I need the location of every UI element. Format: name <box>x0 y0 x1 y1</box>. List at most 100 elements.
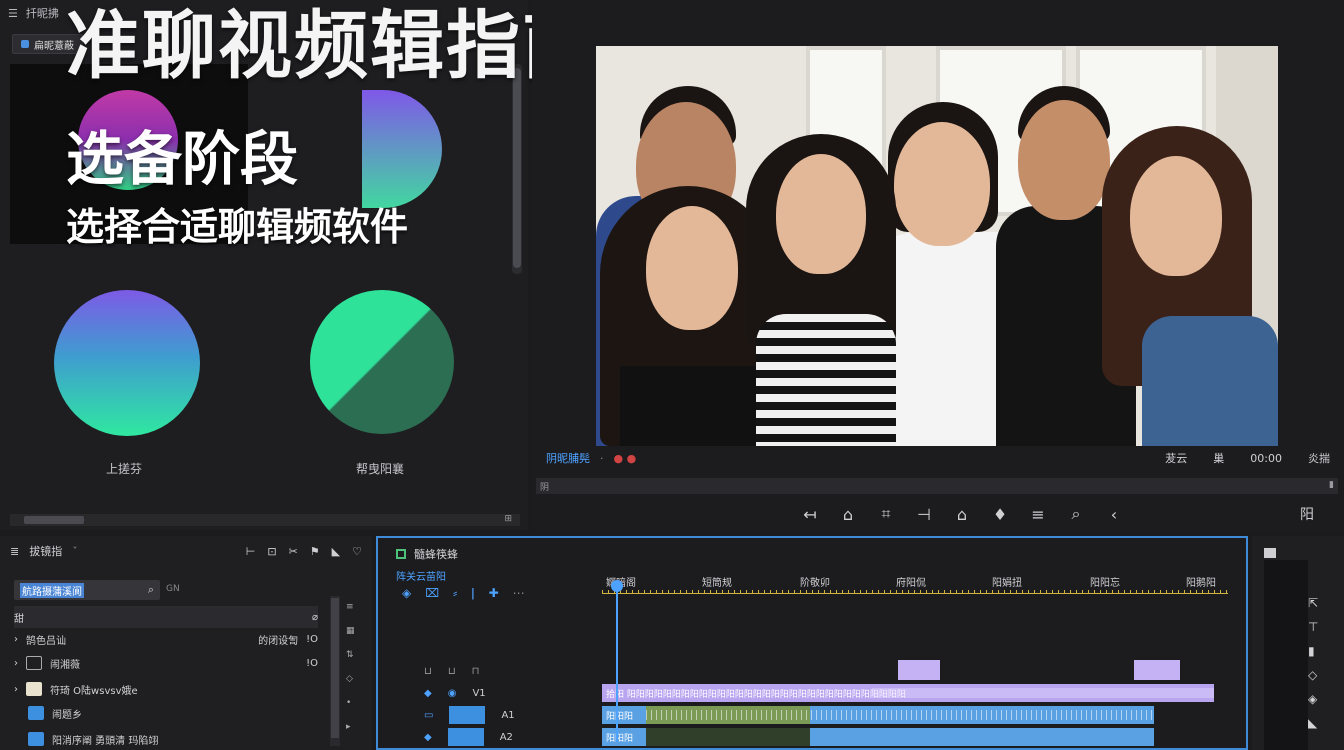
project-panel: ≣ 拔镜指 ˇ ⊢ ⊡ ✂ ⚑ ◣ ♡ 航路摄蒲溪阆 ⌕ GN 甜 ⌀ › 鹄色… <box>0 536 372 750</box>
step-forward-icon[interactable]: ♦ <box>990 505 1010 524</box>
track-toggle-icon[interactable]: ⊓ <box>472 666 480 677</box>
list-item[interactable]: › 符琦 O陆wsvsv娥e <box>14 678 318 700</box>
flag-icon[interactable]: ⚑ <box>310 545 320 558</box>
media-scrollbar-thumb[interactable] <box>513 68 521 268</box>
icon-view-icon[interactable]: ▦ <box>346 626 355 636</box>
work-area-bar[interactable] <box>602 590 1228 594</box>
program-ruler[interactable]: 阴 ▮ <box>536 478 1338 494</box>
ruler-label: 短筒规 <box>702 578 732 589</box>
project-search-field[interactable]: 航路摄蒲溪阆 ⌕ <box>14 580 160 600</box>
source-horizontal-scrollbar[interactable]: ⊞ <box>10 514 520 526</box>
expand-chevron-icon[interactable]: › <box>14 658 18 669</box>
media-scrollbar[interactable] <box>512 64 522 274</box>
track-name[interactable]: A1 <box>501 710 514 721</box>
timeline-marker[interactable] <box>898 660 940 680</box>
marker-icon[interactable]: ⸗ <box>453 586 457 600</box>
filter-row[interactable]: 甜 ⌀ <box>14 606 318 628</box>
track-header-a1: ▭ A1 <box>424 706 515 724</box>
eye-icon[interactable]: ◉ <box>448 688 457 699</box>
track-name[interactable]: A2 <box>500 732 513 743</box>
program-timecode[interactable]: 阴昵脯髡 <box>546 450 590 466</box>
clip-thumbnail-gradient[interactable] <box>54 290 200 436</box>
project-scrollbar-thumb[interactable] <box>331 598 339 738</box>
panel-menu-icon[interactable]: ☰ <box>8 7 18 20</box>
sort-icon[interactable]: ⇅ <box>346 650 355 660</box>
sequence-icon <box>26 656 42 670</box>
linked-selection-icon[interactable]: ⌧ <box>425 586 439 600</box>
list-item[interactable]: 闹题乡 <box>14 702 318 724</box>
sequence-name[interactable]: 髓蜂筷蜂 <box>414 546 458 562</box>
label-icon[interactable]: ◣ <box>332 545 340 558</box>
track-toggle-icon[interactable]: ⊔ <box>424 666 432 677</box>
clip-thumbnail-half[interactable] <box>362 90 442 208</box>
mark-out-icon[interactable]: ⌂ <box>838 505 858 524</box>
clip-thumbnail <box>28 732 44 746</box>
dropdown-chevron-icon[interactable]: · <box>600 452 604 465</box>
slip-tool-icon[interactable]: ◈ <box>1308 692 1318 706</box>
track-target-button[interactable] <box>449 706 486 724</box>
go-to-in-icon[interactable]: ⌗ <box>876 504 896 524</box>
expand-chevron-icon[interactable]: › <box>14 634 18 645</box>
track-header-v1: ◆ ◉ V1 <box>424 684 486 702</box>
list-item[interactable]: › 鹄色吕讪 的闭设訇 !O <box>14 628 318 650</box>
insert-icon[interactable]: ≡ <box>1028 505 1048 524</box>
filter-icon[interactable]: ⌀ <box>312 612 318 623</box>
heart-icon[interactable]: ♡ <box>352 545 362 558</box>
new-bin-icon[interactable]: ⊡ <box>267 545 276 558</box>
audio-clip[interactable]: 阳阳阳 <box>602 728 1154 746</box>
horizontal-scrollbar-thumb[interactable] <box>24 516 84 524</box>
timeline-timecode[interactable]: 阵关云苗阳 <box>396 568 446 583</box>
settings-icon[interactable]: ǀ <box>471 586 475 600</box>
settings-label[interactable]: 炎揣 <box>1308 450 1330 466</box>
quality-label[interactable]: 巢 <box>1213 450 1224 466</box>
search-icon[interactable]: ⌕ <box>148 583 154 597</box>
source-panel-title: 扦昵拂 <box>25 7 59 20</box>
list-item[interactable]: › 闹湘薇 !O <box>14 652 318 674</box>
snap-icon[interactable]: ◈ <box>402 586 411 600</box>
fit-label[interactable]: 茇云 <box>1165 450 1187 466</box>
list-item[interactable]: 阳消序阐 勇頭清 玛陷翊 <box>14 728 318 750</box>
clip-name: 拾阳 阳阳阳阳阳阳阳阳阳阳阳阳阳阳阳阳阳阳阳阳阳阳阳阳阳阳阳阳阳阳阳 <box>606 689 906 700</box>
back-chevron-icon[interactable]: ‹ <box>1104 505 1124 524</box>
razor-tool-icon[interactable]: ◇ <box>1308 668 1318 682</box>
person-woman-striped <box>746 134 896 446</box>
freeform-icon[interactable]: ◇ <box>346 674 355 684</box>
ripple-edit-tool-icon[interactable]: ▮ <box>1308 644 1318 658</box>
timeline-marker[interactable] <box>1134 660 1180 680</box>
automate-icon[interactable]: ▸ <box>346 722 355 732</box>
scissors-icon[interactable]: ✂ <box>289 545 298 558</box>
wrench-icon[interactable]: ✚ <box>489 586 499 600</box>
panel-handle-icon[interactable] <box>1264 548 1276 558</box>
track-toggle-icon[interactable]: ⊔ <box>448 666 456 677</box>
track-target-button[interactable] <box>447 728 484 746</box>
more-icon[interactable]: ⋯ <box>513 586 525 600</box>
export-frame-button[interactable]: 阳 <box>1300 504 1314 524</box>
track-name[interactable]: V1 <box>472 688 485 699</box>
mark-in-icon[interactable]: ↤ <box>800 505 820 524</box>
step-back-icon[interactable]: ⊣ <box>914 505 934 524</box>
dropdown-chevron-icon[interactable]: ˇ <box>72 545 78 558</box>
playhead[interactable] <box>611 580 623 742</box>
video-preview[interactable] <box>596 46 1278 446</box>
pen-tool-icon[interactable]: ◣ <box>1308 716 1318 730</box>
timeline-ruler[interactable]: 婀暗阁 短筒规 阶敬卯 府阳侃 阳娟扭 阳阳忘 阳鹅阳 <box>602 574 1228 598</box>
list-item-extra: !O <box>306 657 318 669</box>
play-icon[interactable]: ⌂ <box>952 505 972 524</box>
mute-icon[interactable]: ▭ <box>424 710 433 721</box>
video-clip[interactable]: 拾阳 阳阳阳阳阳阳阳阳阳阳阳阳阳阳阳阳阳阳阳阳阳阳阳阳阳阳阳阳阳阳阳 <box>602 684 1214 702</box>
selection-tool-icon[interactable]: ⇱ <box>1308 596 1318 610</box>
zoom-icon[interactable]: ⌕ <box>1066 504 1086 524</box>
zoom-slider-icon[interactable]: • <box>346 698 355 708</box>
mute-icon[interactable]: ◆ <box>424 732 432 743</box>
audio-clip[interactable]: 阳阳阳 <box>602 706 1154 724</box>
new-item-icon[interactable]: ⊢ <box>246 545 256 558</box>
lock-icon[interactable]: ◆ <box>424 688 432 699</box>
expand-chevron-icon[interactable]: › <box>14 684 18 695</box>
audio-clip-segment[interactable] <box>646 728 810 746</box>
project-title: 拔镜指 <box>29 545 63 558</box>
project-scrollbar[interactable] <box>330 596 340 746</box>
resize-handle-icon[interactable]: ⊞ <box>504 514 512 524</box>
list-view-icon[interactable]: ≡ <box>346 602 355 612</box>
track-select-tool-icon[interactable]: ⊤ <box>1308 620 1318 634</box>
clip-thumbnail-split[interactable] <box>310 290 454 434</box>
